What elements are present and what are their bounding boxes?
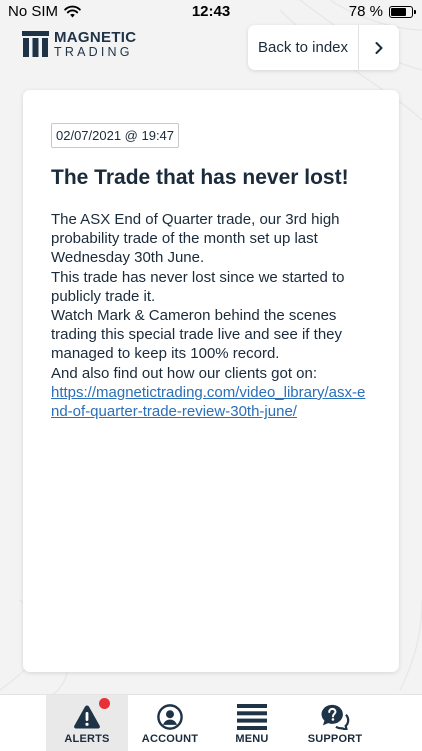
- status-bar: No SIM 12:43 78 %: [0, 0, 422, 24]
- bottom-tab-bar: ALERTS ACCOUNT MENU SUPPORT: [0, 694, 422, 751]
- logo-line1: MAGNETIC: [54, 29, 137, 46]
- logo-text: MAGNETIC TRADING: [54, 30, 136, 59]
- tab-menu[interactable]: MENU: [211, 695, 293, 751]
- logo-mark-icon: [22, 31, 49, 58]
- video-library-link[interactable]: https://magnetictrading.com/video_librar…: [51, 383, 371, 421]
- alert-paragraph: The ASX End of Quarter trade, our 3rd hi…: [51, 211, 340, 267]
- status-right: 78 %: [348, 3, 416, 20]
- back-to-index-button[interactable]: Back to index: [248, 25, 399, 70]
- tab-alerts[interactable]: ALERTS: [46, 695, 128, 751]
- alert-icon: [74, 705, 100, 729]
- alert-paragraph: This trade has never lost since we start…: [51, 268, 345, 305]
- tab-account-label: ACCOUNT: [141, 733, 199, 745]
- account-icon: [157, 704, 183, 730]
- logo-line2: TRADING: [54, 45, 133, 59]
- back-to-index-label: Back to index: [257, 39, 349, 56]
- tab-account[interactable]: ACCOUNT: [129, 695, 211, 751]
- alert-body: The ASX End of Quarter trade, our 3rd hi…: [51, 210, 371, 421]
- brand-logo: MAGNETIC TRADING: [22, 30, 136, 59]
- menu-icon: [237, 704, 267, 730]
- alert-date: 02/07/2021 @ 19:47: [51, 123, 180, 148]
- tab-support[interactable]: SUPPORT: [294, 695, 376, 751]
- tab-menu-label: MENU: [235, 733, 269, 745]
- tab-alerts-label: ALERTS: [64, 733, 110, 745]
- tab-support-label: SUPPORT: [307, 733, 363, 745]
- notification-badge: [99, 698, 110, 709]
- battery-percent: 78 %: [348, 3, 383, 20]
- alert-paragraph: And also find out how our clients got on…: [51, 364, 318, 382]
- alert-paragraph: Watch Mark & Cameron behind the scenes t…: [51, 307, 342, 363]
- battery-icon: [389, 5, 416, 18]
- alert-title: The Trade that has never lost!: [51, 166, 349, 189]
- alert-card: 02/07/2021 @ 19:47 The Trade that has ne…: [23, 90, 399, 672]
- chevron-right-icon: [358, 25, 399, 70]
- battery-fill: [391, 7, 407, 16]
- support-icon: [321, 704, 350, 730]
